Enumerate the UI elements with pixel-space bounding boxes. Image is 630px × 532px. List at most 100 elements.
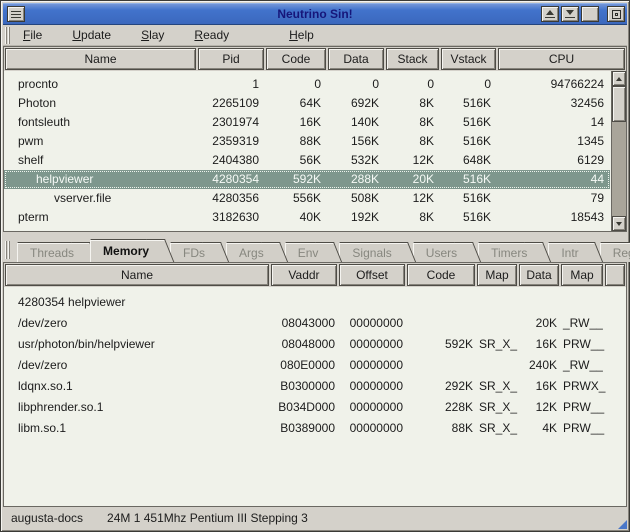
scrollbar-thumb[interactable] — [612, 86, 626, 122]
column-header-stub[interactable] — [605, 264, 625, 286]
tab-threads[interactable]: Threads — [17, 242, 80, 262]
cell-vstack: 516K — [440, 94, 497, 113]
column-header-stack[interactable]: Stack — [386, 48, 439, 70]
column-header-cpu[interactable]: CPU — [498, 48, 625, 70]
column-header-vaddr[interactable]: Vaddr — [271, 264, 337, 286]
restore-bar-icon — [565, 17, 575, 18]
process-row-pwm[interactable]: pwm 2359319 88K 156K 8K 516K 1345 — [4, 132, 610, 151]
app-window: Neutrino Sin! File Update Slay Ready Hel… — [0, 0, 630, 532]
process-row-shelf[interactable]: shelf 2404380 56K 532K 12K 648K 6129 — [4, 151, 610, 170]
tab-env[interactable]: Env — [285, 242, 325, 262]
cell-vaddr: B034D000 — [270, 397, 338, 418]
cell-pid: 2301974 — [197, 113, 265, 132]
memory-row-helpviewer-bin[interactable]: usr/photon/bin/helpviewer 08048000 00000… — [4, 334, 626, 355]
cell-stack: 0 — [385, 75, 440, 94]
menu-help[interactable]: Help — [285, 26, 318, 44]
process-row-fontsleuth[interactable]: fontsleuth 2301974 16K 140K 8K 516K 14 — [4, 113, 610, 132]
column-header-vstack[interactable]: Vstack — [441, 48, 496, 70]
tab-bar: Threads Memory FDs Args Env Signals User… — [3, 238, 627, 262]
column-header-name[interactable]: Name — [5, 48, 196, 70]
cell-data: 156K — [327, 132, 385, 151]
resize-grip[interactable] — [618, 520, 627, 529]
column-header-code[interactable]: Code — [407, 264, 475, 286]
cell-stub — [604, 313, 626, 334]
tabbar-grip[interactable] — [5, 241, 11, 259]
tab-users[interactable]: Users — [413, 242, 463, 262]
menu-file[interactable]: File — [19, 26, 46, 44]
window-menu-button[interactable] — [7, 6, 25, 22]
memory-row-process-title[interactable]: 4280354 helpviewer — [4, 292, 626, 313]
column-header-offset[interactable]: Offset — [339, 264, 405, 286]
cell-stub — [604, 418, 626, 439]
memory-table: Name Vaddr Offset Code Map Data Map 4280… — [3, 262, 627, 507]
titlebar-buttons — [539, 6, 625, 22]
maximize-button[interactable] — [581, 6, 599, 22]
process-table-header: Name Pid Code Data Stack Vstack CPU — [4, 47, 626, 71]
restore-button[interactable] — [561, 6, 579, 22]
column-header-pid[interactable]: Pid — [198, 48, 264, 70]
menubar-grip[interactable] — [5, 27, 11, 44]
cell-data: 16K — [518, 376, 560, 397]
cell-code: 64K — [265, 94, 327, 113]
menu-ready[interactable]: Ready — [190, 26, 233, 44]
cell-data: 20K — [518, 313, 560, 334]
scroll-up-button[interactable] — [612, 71, 626, 86]
close-button[interactable] — [607, 6, 625, 22]
memory-row-libphrender[interactable]: libphrender.so.1 B034D000 00000000 228K … — [4, 397, 626, 418]
process-row-pterm[interactable]: pterm 3182630 40K 192K 8K 516K 18543 — [4, 208, 610, 227]
tab-registers-label: Registers — [613, 246, 630, 260]
column-header-data[interactable]: Data — [519, 264, 559, 286]
menu-slay[interactable]: Slay — [137, 26, 168, 44]
column-header-name[interactable]: Name — [5, 264, 269, 286]
close-icon — [612, 10, 621, 19]
cell-stack: 8K — [385, 113, 440, 132]
tab-users-label: Users — [426, 246, 457, 260]
tab-signals-label: Signals — [352, 246, 391, 260]
window-menu-icon — [11, 11, 21, 18]
cell-pid: 3182630 — [197, 208, 265, 227]
tab-registers[interactable]: Registers — [600, 242, 630, 262]
cell-cpu: 6129 — [497, 151, 610, 170]
memory-row-dev-zero-2[interactable]: /dev/zero 080E0000 00000000 240K _RW__ — [4, 355, 626, 376]
cell-cpu: 1345 — [497, 132, 610, 151]
scroll-down-button[interactable] — [612, 216, 626, 231]
cell-name: /dev/zero — [4, 355, 270, 376]
collapse-button[interactable] — [541, 6, 559, 22]
cell-data: 0 — [327, 75, 385, 94]
tab-timers[interactable]: Timers — [478, 242, 533, 262]
process-row-helpviewer-selected[interactable]: helpviewer 4280354 592K 288K 20K 516K 44 — [4, 170, 610, 189]
tab-fds[interactable]: FDs — [170, 242, 211, 262]
cell-data: 692K — [327, 94, 385, 113]
tab-args[interactable]: Args — [226, 242, 270, 262]
column-header-data[interactable]: Data — [328, 48, 384, 70]
tab-intr[interactable]: Intr — [548, 242, 584, 262]
column-header-data-map[interactable]: Map — [561, 264, 603, 286]
memory-row-dev-zero-1[interactable]: /dev/zero 08043000 00000000 20K _RW__ — [4, 313, 626, 334]
cell-data: 288K — [327, 170, 385, 189]
cell-offset: 00000000 — [338, 397, 406, 418]
column-header-code[interactable]: Code — [266, 48, 326, 70]
cell-data: 508K — [327, 189, 385, 208]
menu-update[interactable]: Update — [68, 26, 115, 44]
cell-code: 0 — [265, 75, 327, 94]
cell-code: 556K — [265, 189, 327, 208]
tab-signals[interactable]: Signals — [339, 242, 397, 262]
cell-data-map — [560, 292, 604, 313]
cell-data-map: PRW__ — [560, 418, 604, 439]
tab-intr-label: Intr — [561, 246, 578, 260]
process-row-procnto[interactable]: procnto 1 0 0 0 0 94766224 — [4, 75, 610, 94]
cell-name: procnto — [4, 75, 197, 94]
cell-name: pterm — [4, 208, 197, 227]
column-header-code-map[interactable]: Map — [477, 264, 517, 286]
memory-row-ldqnx[interactable]: ldqnx.so.1 B0300000 00000000 292K SR_X_ … — [4, 376, 626, 397]
cell-data: 4K — [518, 418, 560, 439]
cell-data: 532K — [327, 151, 385, 170]
process-row-photon[interactable]: Photon 2265109 64K 692K 8K 516K 32456 — [4, 94, 610, 113]
tab-memory[interactable]: Memory — [90, 239, 155, 262]
process-table-scrollbar[interactable] — [611, 71, 626, 231]
memory-row-libm[interactable]: libm.so.1 B0389000 00000000 88K SR_X_ 4K… — [4, 418, 626, 439]
process-row-vserver-file[interactable]: vserver.file 4280356 556K 508K 12K 516K … — [4, 189, 610, 208]
cell-code-map: SR_X_ — [476, 334, 518, 355]
scrollbar-track[interactable] — [612, 122, 626, 216]
cell-code: 40K — [265, 208, 327, 227]
